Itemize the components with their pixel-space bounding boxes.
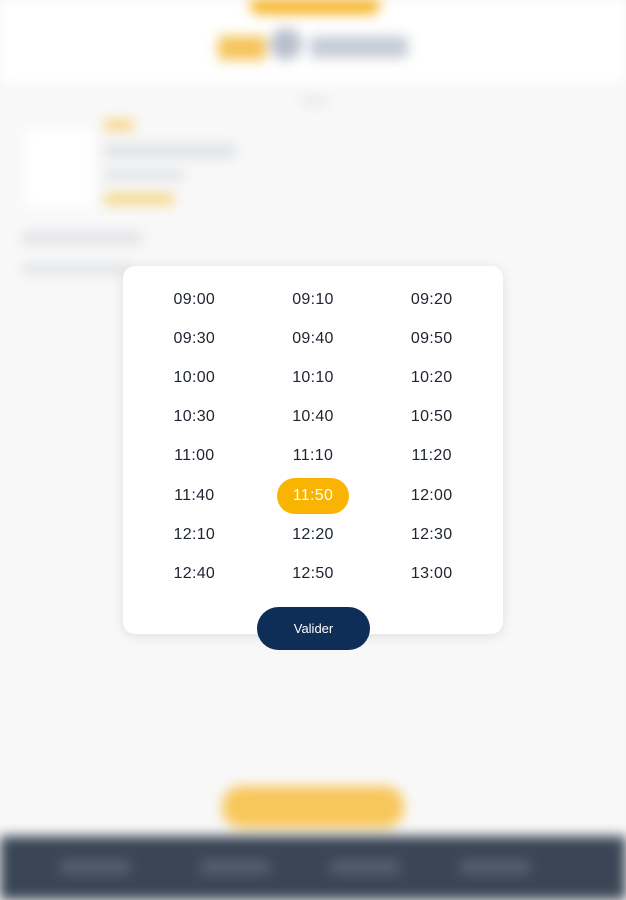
time-slot[interactable]: 12:30 xyxy=(372,515,491,554)
time-slot[interactable]: 12:50 xyxy=(254,554,373,593)
item-thumbnail xyxy=(24,128,94,208)
time-slot[interactable]: 12:20 xyxy=(254,515,373,554)
rating-stars xyxy=(104,120,134,130)
time-slot[interactable]: 10:00 xyxy=(135,358,254,397)
time-slot[interactable]: 11:10 xyxy=(254,437,373,476)
time-slot-label: 12:30 xyxy=(410,525,453,543)
time-slot[interactable]: 10:20 xyxy=(372,358,491,397)
time-slot-label: 11:50 xyxy=(276,477,349,514)
time-slot[interactable]: 12:40 xyxy=(135,554,254,593)
validate-button[interactable]: Valider xyxy=(257,607,370,650)
time-slot[interactable]: 10:40 xyxy=(254,398,373,437)
time-slot-label: 09:00 xyxy=(173,290,216,308)
time-slot[interactable]: 09:10 xyxy=(254,280,373,319)
time-slot-selected[interactable]: 11:50 xyxy=(254,476,373,515)
time-slot[interactable]: 12:00 xyxy=(372,476,491,515)
time-slot-label: 11:10 xyxy=(292,447,334,465)
time-slot-label: 09:40 xyxy=(292,329,334,347)
time-slot-label: 11:00 xyxy=(174,447,215,465)
time-slot[interactable]: 09:40 xyxy=(254,319,373,358)
time-slot[interactable]: 10:30 xyxy=(135,398,254,437)
header-divider xyxy=(300,98,328,104)
time-slot-label: 12:00 xyxy=(410,486,453,504)
time-slot-label: 10:40 xyxy=(292,408,334,426)
background-cta-button xyxy=(222,786,404,828)
section-sublabel xyxy=(22,264,132,274)
logo-mark-icon xyxy=(270,28,302,60)
time-slot[interactable]: 09:00 xyxy=(135,280,254,319)
section-label xyxy=(22,232,142,244)
bottom-navigation xyxy=(0,836,626,900)
time-slot[interactable]: 11:20 xyxy=(372,437,491,476)
time-slot-label: 11:20 xyxy=(411,447,452,465)
time-slot-label: 12:20 xyxy=(292,525,334,543)
nav-item xyxy=(460,860,530,874)
time-slot[interactable]: 09:30 xyxy=(135,319,254,358)
time-slot[interactable]: 13:00 xyxy=(372,554,491,593)
time-slot[interactable]: 12:10 xyxy=(135,515,254,554)
time-slot[interactable]: 11:40 xyxy=(135,476,254,515)
time-slot-label: 12:10 xyxy=(173,525,216,543)
nav-item xyxy=(60,860,130,874)
item-title xyxy=(104,144,236,158)
time-slot[interactable]: 10:50 xyxy=(372,398,491,437)
time-slot-label: 09:50 xyxy=(410,329,453,347)
nav-item xyxy=(330,860,400,874)
time-slot[interactable]: 09:50 xyxy=(372,319,491,358)
time-slot-label: 10:00 xyxy=(173,368,216,386)
time-slot-label: 12:50 xyxy=(292,564,334,582)
nav-item xyxy=(200,860,270,874)
time-slot-label: 10:50 xyxy=(410,408,453,426)
logo-wordmark xyxy=(310,36,408,58)
time-slot-label: 09:30 xyxy=(173,329,216,347)
item-rating xyxy=(104,194,174,204)
time-slot[interactable]: 11:00 xyxy=(135,437,254,476)
app-header xyxy=(0,0,626,82)
time-slot-label: 09:20 xyxy=(410,290,453,308)
time-slot[interactable]: 09:20 xyxy=(372,280,491,319)
item-subtitle xyxy=(104,170,184,180)
header-accent-tab xyxy=(250,0,380,14)
time-picker-dialog: 09:00 09:10 09:20 09:30 09:40 09:50 10:00 10:10… xyxy=(123,266,503,634)
time-slot-label: 10:20 xyxy=(410,368,453,386)
time-slot-label: 12:40 xyxy=(173,564,216,582)
time-slot[interactable]: 10:10 xyxy=(254,358,373,397)
time-slot-label: 11:40 xyxy=(174,486,215,504)
time-slot-label: 10:10 xyxy=(292,368,334,386)
time-slot-label: 09:10 xyxy=(292,290,334,308)
time-slot-grid: 09:00 09:10 09:20 09:30 09:40 09:50 10:00 10:10… xyxy=(135,280,491,594)
time-slot-label: 13:00 xyxy=(410,564,453,582)
time-slot-label: 10:30 xyxy=(173,408,216,426)
logo-icon xyxy=(218,36,266,60)
